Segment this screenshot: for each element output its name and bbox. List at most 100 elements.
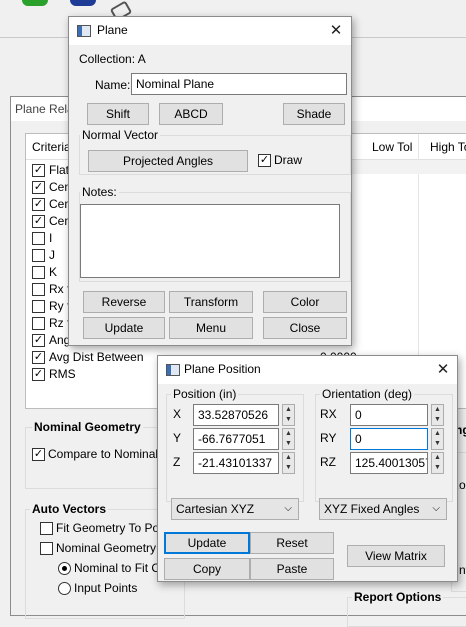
draw-checkbox[interactable]: ✓	[258, 154, 271, 167]
copy-button[interactable]: Copy	[164, 558, 250, 580]
chevron-down-icon: ⌵	[432, 503, 440, 514]
collection-label: Collection: A	[79, 52, 146, 66]
criteria-checkbox[interactable]	[32, 283, 45, 296]
reverse-button[interactable]: Reverse	[83, 291, 165, 313]
report-options-group: Report Options	[347, 590, 466, 627]
plane-dialog: Plane ✕ Collection: A Name: Nominal Plan…	[68, 16, 352, 346]
criteria-checkbox[interactable]: ✓	[32, 181, 45, 194]
criteria-label: I	[49, 231, 53, 245]
nominal-geometry-to-label: Nominal Geometry To	[56, 541, 172, 555]
coord-system-value: Cartesian XYZ	[176, 502, 255, 516]
ry-spinner[interactable]: ▲ ▼	[431, 428, 444, 450]
criteria-label: K	[49, 265, 58, 279]
x-field[interactable]: 33.52870526	[193, 404, 279, 426]
menu-button[interactable]: Menu	[169, 317, 253, 339]
criteria-checkbox[interactable]: ✓	[32, 198, 45, 211]
projected-angles-button[interactable]: Projected Angles	[88, 150, 248, 172]
criteria-checkbox[interactable]	[32, 300, 45, 313]
update-button[interactable]: Update	[164, 532, 250, 554]
rx-spinner[interactable]: ▲ ▼	[431, 404, 444, 426]
normal-vector-group: Normal Vector Projected Angles ✓ Draw	[79, 128, 351, 175]
criteria-checkbox[interactable]: ✓	[32, 215, 45, 228]
criteria-header: Criteria	[32, 140, 71, 154]
rx-label: RX	[320, 407, 337, 421]
name-label: Name:	[95, 78, 131, 92]
criteria-checkbox[interactable]: ✓	[32, 334, 45, 347]
rz-spinner[interactable]: ▲ ▼	[431, 452, 444, 474]
angle-system-select[interactable]: XYZ Fixed Angles ⌵	[319, 498, 447, 520]
criteria-checkbox[interactable]	[32, 317, 45, 330]
notes-group: Notes:	[79, 185, 351, 282]
fit-geometry-label: Fit Geometry To Point	[56, 521, 172, 535]
notes-label: Notes:	[80, 185, 119, 199]
low-tol-header: Low Tol	[372, 140, 413, 154]
compare-to-nominal-checkbox[interactable]: ✓	[32, 448, 45, 461]
nominal-geometry-to-checkbox[interactable]	[40, 542, 53, 555]
criteria-checkbox[interactable]: ✓	[32, 164, 45, 177]
criteria-checkbox[interactable]: ✓	[32, 368, 45, 381]
plane-position-titlebar: Plane Position ✕	[158, 356, 457, 384]
window-icon	[166, 364, 180, 376]
update-button[interactable]: Update	[83, 317, 165, 339]
notes-textarea[interactable]	[80, 204, 340, 278]
auto-vectors-label: Auto Vectors	[30, 502, 109, 516]
orientation-label: Orientation (deg)	[320, 387, 415, 401]
criteria-checkbox[interactable]: ✓	[32, 351, 45, 364]
truncated-oi-label: oi	[459, 478, 466, 492]
truncated-nt-label: nt	[459, 563, 466, 577]
shade-button[interactable]: Shade	[283, 103, 345, 125]
normal-vector-label: Normal Vector	[80, 128, 161, 142]
nominal-to-fit-radio[interactable]	[58, 562, 71, 575]
z-field[interactable]: -21.43101337	[193, 452, 279, 474]
draw-label: Draw	[274, 153, 303, 167]
close-icon[interactable]: ✕	[325, 20, 347, 42]
position-label: Position (in)	[171, 387, 239, 401]
high-tol-header: High To	[430, 140, 466, 154]
window-icon	[77, 25, 91, 37]
x-spinner[interactable]: ▲ ▼	[282, 404, 295, 426]
compare-to-nominal-label: Compare to Nominal	[48, 447, 159, 461]
close-button[interactable]: Close	[263, 317, 347, 339]
blue-figure-icon[interactable]	[70, 0, 96, 6]
criteria-label: RMS	[49, 367, 76, 381]
view-matrix-button[interactable]: View Matrix	[347, 545, 445, 567]
plane-position-title: Plane Position	[184, 362, 261, 376]
y-field[interactable]: -66.7677051	[193, 428, 279, 450]
close-icon[interactable]: ✕	[432, 359, 454, 381]
rx-field[interactable]: 0	[350, 404, 428, 426]
plane-titlebar: Plane ✕	[69, 17, 351, 45]
color-button[interactable]: Color	[263, 291, 347, 313]
input-points-label: Input Points	[74, 581, 138, 595]
green-figure-icon[interactable]	[22, 0, 48, 6]
z-label: Z	[173, 455, 181, 469]
abcd-button[interactable]: ABCD	[159, 103, 223, 125]
position-group: Position (in) X 33.52870526 ▲ ▼ Y -66.767…	[166, 387, 304, 502]
orientation-group: Orientation (deg) RX 0 ▲ ▼ RY 0 ▲ ▼ RZ 125…	[315, 387, 453, 502]
criteria-label: J	[49, 248, 55, 262]
criteria-checkbox[interactable]	[32, 249, 45, 262]
z-spinner[interactable]: ▲ ▼	[282, 452, 295, 474]
report-options-label: Report Options	[352, 590, 444, 604]
nominal-geometry-label: Nominal Geometry	[32, 420, 143, 434]
reset-button[interactable]: Reset	[250, 532, 334, 554]
name-field[interactable]: Nominal Plane	[131, 73, 347, 95]
shift-button[interactable]: Shift	[87, 103, 149, 125]
rz-field[interactable]: 125.40013057	[350, 452, 428, 474]
plane-position-dialog: Plane Position ✕ Position (in) X 33.5287…	[157, 355, 458, 582]
ry-label: RY	[320, 431, 337, 445]
transform-button[interactable]: Transform	[169, 291, 253, 313]
y-label: Y	[173, 431, 182, 445]
plane-relationship-title: Plane Rela	[15, 102, 74, 116]
y-spinner[interactable]: ▲ ▼	[282, 428, 295, 450]
x-label: X	[173, 407, 182, 421]
criteria-checkbox[interactable]	[32, 232, 45, 245]
criteria-checkbox[interactable]	[32, 266, 45, 279]
plane-title: Plane	[97, 23, 128, 37]
ry-field[interactable]: 0	[350, 428, 428, 450]
fit-geometry-checkbox[interactable]	[40, 522, 53, 535]
coord-system-select[interactable]: Cartesian XYZ ⌵	[171, 498, 299, 520]
rz-label: RZ	[320, 455, 336, 469]
input-points-radio[interactable]	[58, 582, 71, 595]
paste-button[interactable]: Paste	[250, 558, 334, 580]
angle-system-value: XYZ Fixed Angles	[324, 502, 420, 516]
